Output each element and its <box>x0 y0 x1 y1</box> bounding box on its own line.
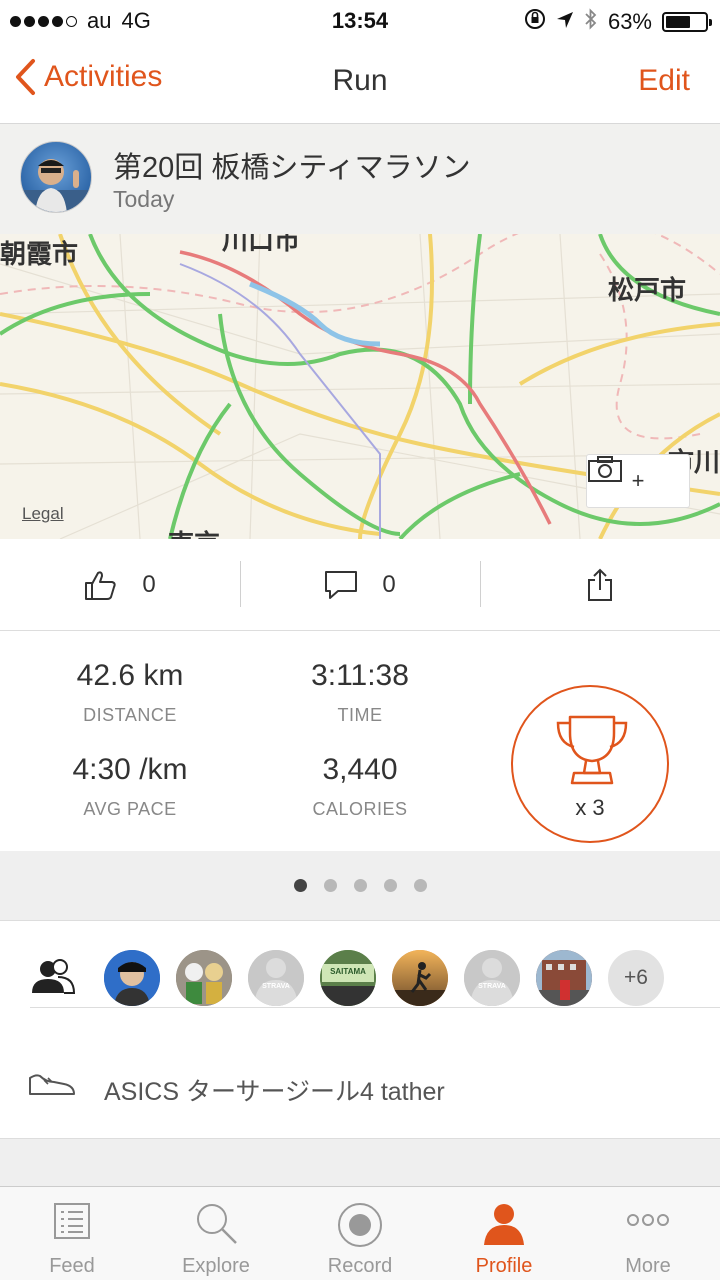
tab-record-label: Record <box>327 1255 393 1277</box>
time-label: TIME <box>337 705 383 725</box>
more-athletes-badge[interactable]: +6 <box>608 950 664 1006</box>
navigation-bar: Activities Run Edit <box>0 40 720 124</box>
group-avatar[interactable] <box>104 950 160 1006</box>
page-dot[interactable] <box>383 879 397 892</box>
add-photo-plus: + <box>631 468 645 493</box>
status-bar: au 4G 13:54 63% <box>0 0 720 40</box>
tab-profile-label: Profile <box>475 1255 533 1277</box>
route-map[interactable]: 朝霞市 川口市 松戸市 市川 東京 Legal + <box>0 234 720 539</box>
pace-stat: 4:30 /km AVG PACE <box>10 753 250 820</box>
group-avatar[interactable]: SAITAMA <box>320 950 376 1006</box>
group-avatar[interactable] <box>392 950 448 1006</box>
record-icon <box>338 1203 382 1247</box>
social-actions: 0 0 <box>0 539 720 631</box>
calories-label: CALORIES <box>312 799 408 819</box>
tab-more-label: More <box>625 1255 671 1277</box>
pace-label: AVG PACE <box>83 799 177 819</box>
avatar-tag: SAITAMA <box>330 967 366 976</box>
feed-icon <box>54 1203 90 1239</box>
profile-icon <box>484 1204 524 1245</box>
distance-label: DISTANCE <box>83 705 177 725</box>
share-button[interactable] <box>480 539 720 630</box>
activity-title: 第20回 板橋シティマラソン <box>113 152 471 184</box>
trophy-icon <box>556 715 628 785</box>
map-label-kawaguchi: 川口市 <box>222 234 301 255</box>
stats-page-indicator[interactable] <box>0 851 720 921</box>
trophy-count: x 3 <box>575 795 605 820</box>
thumbs-up-icon <box>85 570 116 600</box>
battery-icon <box>662 12 712 32</box>
athlete-avatar[interactable] <box>20 141 92 213</box>
distance-stat: 42.6 km DISTANCE <box>10 659 250 726</box>
map-legal-link[interactable]: Legal <box>22 504 64 524</box>
activity-header: 第20回 板橋シティマラソン Today <box>0 124 720 234</box>
group-activity-row[interactable]: STRAVA SAITAMA STRAVA +6 <box>0 921 720 1007</box>
edit-button[interactable]: Edit <box>638 64 690 98</box>
group-avatar[interactable] <box>176 950 232 1006</box>
calories-stat: 3,440 CALORIES <box>240 753 480 820</box>
group-avatar[interactable]: STRAVA <box>464 950 520 1006</box>
comment-button[interactable]: 0 <box>240 539 480 630</box>
comments-count: 0 <box>382 570 396 598</box>
add-photo-button[interactable]: + <box>586 454 690 508</box>
kudos-count: 0 <box>142 570 156 598</box>
page-dot[interactable] <box>293 879 307 892</box>
tab-bar: Feed Explore Record Profile More <box>0 1186 720 1280</box>
tab-explore[interactable]: Explore <box>144 1187 288 1280</box>
comment-icon <box>325 570 358 599</box>
group-avatars: STRAVA SAITAMA STRAVA +6 <box>104 950 664 1006</box>
shoe-icon <box>29 1074 75 1095</box>
map-label-asaka: 朝霞市 <box>0 239 79 269</box>
camera-icon <box>588 456 622 482</box>
people-icon <box>32 959 76 994</box>
bluetooth-icon <box>584 8 598 36</box>
location-icon <box>556 9 574 35</box>
tab-feed-label: Feed <box>49 1255 95 1277</box>
time-stat: 3:11:38 TIME <box>240 659 480 726</box>
pace-value: 4:30 /km <box>72 753 188 786</box>
avatar-tag: STRAVA <box>478 983 506 990</box>
gear-name: ASICS ターサージール4 tather <box>104 1078 445 1106</box>
search-icon <box>197 1204 237 1244</box>
page-dot[interactable] <box>353 879 367 892</box>
tab-feed[interactable]: Feed <box>0 1187 144 1280</box>
tab-explore-label: Explore <box>182 1255 250 1277</box>
tab-profile[interactable]: Profile <box>432 1187 576 1280</box>
time-value: 3:11:38 <box>311 659 409 692</box>
page-title: Run <box>332 64 388 97</box>
group-avatar[interactable] <box>536 950 592 1006</box>
map-label-tokyo: 東京 <box>168 524 220 539</box>
avatar-tag: STRAVA <box>262 983 290 990</box>
more-icon <box>627 1214 669 1226</box>
gear-row[interactable]: ASICS ターサージール4 tather <box>0 1008 720 1138</box>
kudos-button[interactable]: 0 <box>0 539 240 630</box>
calories-value: 3,440 <box>322 753 398 786</box>
map-label-matsudo: 松戸市 <box>608 275 687 305</box>
group-avatar[interactable]: STRAVA <box>248 950 304 1006</box>
tab-record[interactable]: Record <box>288 1187 432 1280</box>
achievements-button[interactable]: x 3 <box>511 685 669 843</box>
page-dot[interactable] <box>413 879 427 892</box>
page-dot[interactable] <box>323 879 337 892</box>
content-spacer <box>0 1138 720 1186</box>
activity-date: Today <box>113 186 175 212</box>
activity-stats: 42.6 km DISTANCE 3:11:38 TIME 4:30 /km A… <box>0 631 720 851</box>
share-icon <box>588 568 612 601</box>
distance-value: 42.6 km <box>76 659 184 692</box>
tab-more[interactable]: More <box>576 1187 720 1280</box>
battery-percent: 63% <box>607 9 652 34</box>
orientation-lock-icon <box>524 8 546 36</box>
